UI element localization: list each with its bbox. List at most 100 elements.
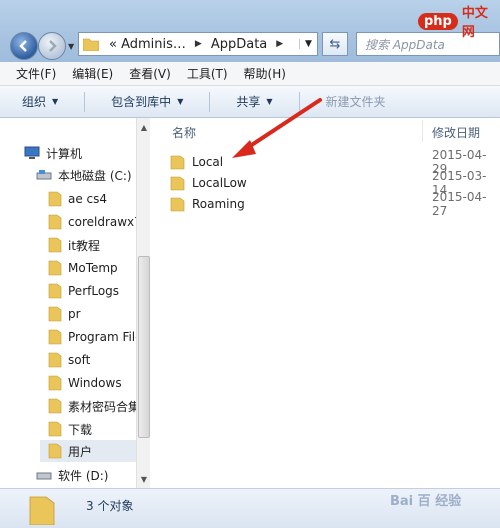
folder-icon [170, 175, 186, 191]
folder-icon [83, 37, 99, 51]
scroll-up-icon[interactable]: ▲ [137, 120, 151, 134]
toolbar-divider [298, 91, 300, 112]
title-bar: ▼ « Adminis… ▶ AppData ▶ ▼ ⇆ 搜索 AppData … [0, 0, 500, 62]
column-headers: 名称 修改日期 [150, 118, 500, 144]
menu-file[interactable]: 文件(F) [16, 65, 56, 82]
folder-icon [48, 237, 62, 253]
file-list: 名称 修改日期 Local 2015-04-29 LocalLow 2015-0… [150, 118, 500, 488]
tree-label-folder: MoTemp [68, 261, 118, 275]
back-button[interactable] [10, 32, 38, 60]
navigation-pane: 计算机 本地磁盘 (C:) ae cs4 coreldrawx7 it教程 Mo… [0, 118, 150, 488]
new-folder-button[interactable]: 新建文件夹 [326, 93, 386, 110]
scrollbar-thumb[interactable] [138, 256, 150, 438]
menu-help[interactable]: 帮助(H) [244, 65, 286, 82]
file-row-roaming[interactable]: Roaming 2015-04-27 [170, 190, 500, 218]
tree-item-folder[interactable]: ae cs4 [48, 188, 107, 210]
folder-icon [48, 329, 62, 345]
tree-item-folder[interactable]: Windows [48, 372, 122, 394]
toolbar-divider [84, 91, 86, 112]
folder-icon [48, 352, 62, 368]
tree-label-folder: 下载 [68, 422, 93, 437]
tree-item-folder[interactable]: soft [48, 349, 90, 371]
file-name: LocalLow [192, 176, 247, 190]
menu-view[interactable]: 查看(V) [129, 65, 171, 82]
status-item-count: 3 个对象 [86, 499, 134, 513]
folder-icon [48, 306, 62, 322]
tree-item-folder[interactable]: pr [48, 303, 81, 325]
folder-icon [48, 443, 62, 459]
scroll-down-icon[interactable]: ▼ [137, 472, 151, 486]
column-header-date[interactable]: 修改日期 [432, 124, 480, 141]
folder-icon [170, 154, 186, 170]
tree-item-drive-c[interactable]: 本地磁盘 (C:) [36, 164, 132, 186]
tree-label-folder: coreldrawx7 [68, 215, 142, 229]
include-label: 包含到库中 [111, 95, 172, 109]
arrow-left-icon [19, 40, 27, 52]
address-bar[interactable]: « Adminis… ▶ AppData ▶ ▼ [78, 32, 318, 56]
file-date: 2015-04-27 [432, 190, 487, 218]
address-dropdown-icon[interactable]: ▼ [299, 39, 317, 49]
tree-item-folder[interactable]: 素材密码合集 [48, 395, 140, 417]
command-toolbar: 组织 ▼ 包含到库中 ▼ 共享 ▼ 新建文件夹 [0, 86, 500, 118]
dropdown-icon: ▼ [52, 97, 59, 106]
forward-button[interactable] [38, 32, 66, 60]
tree-label-folder: soft [68, 353, 91, 367]
breadcrumb-appdata[interactable]: AppData [207, 37, 271, 52]
dropdown-icon: ▼ [266, 97, 273, 106]
folder-icon [170, 196, 186, 212]
tree-item-folder[interactable]: PerfLogs [48, 280, 119, 302]
tree-item-computer[interactable]: 计算机 [24, 142, 82, 164]
tree-item-drive-d[interactable]: 软件 (D:) [36, 464, 108, 486]
tree-label-folder: Windows [68, 376, 122, 390]
sidebar-scrollbar[interactable]: ▲ ▼ [136, 118, 150, 488]
tree-label-computer: 计算机 [46, 146, 83, 161]
arrow-right-icon [49, 40, 57, 52]
tree-label-folder: pr [68, 307, 81, 321]
folder-icon [28, 493, 56, 528]
folder-icon [48, 214, 62, 230]
tree-item-folder[interactable]: MoTemp [48, 257, 118, 279]
recent-pages-icon[interactable]: ▼ [68, 42, 74, 51]
tree-label-folder: PerfLogs [68, 284, 120, 298]
logo-badge: php [418, 12, 458, 30]
tree-item-folder[interactable]: coreldrawx7 [48, 211, 142, 233]
hard-drive-icon [36, 169, 52, 181]
organize-button[interactable]: 组织 ▼ [22, 93, 58, 110]
breadcrumb-administrator[interactable]: « Adminis… [105, 37, 190, 52]
file-name: Roaming [192, 197, 245, 211]
share-label: 共享 [236, 95, 261, 109]
folder-icon [48, 375, 62, 391]
toolbar-divider [209, 91, 211, 112]
tree-item-folder[interactable]: 下载 [48, 418, 92, 440]
menu-bar: 文件(F) 编辑(E) 查看(V) 工具(T) 帮助(H) [0, 62, 500, 86]
tree-label-folder: 素材密码合集 [68, 399, 141, 414]
breadcrumb-separator-icon[interactable]: ▶ [190, 39, 207, 49]
new-folder-label: 新建文件夹 [325, 95, 386, 109]
logo-text: 中文网 [461, 6, 488, 40]
baidu-watermark: Bai 百 经验 [390, 494, 462, 509]
refresh-button[interactable]: ⇆ [322, 32, 348, 56]
file-name: Local [192, 155, 224, 169]
tree-item-folder[interactable]: it教程 [48, 234, 100, 256]
organize-label: 组织 [22, 95, 47, 109]
column-header-name[interactable]: 名称 [172, 124, 196, 141]
refresh-icon: ⇆ [329, 36, 341, 52]
share-button[interactable]: 共享 ▼ [236, 93, 272, 110]
folder-icon [48, 421, 62, 437]
dropdown-icon: ▼ [177, 97, 184, 106]
menu-edit[interactable]: 编辑(E) [72, 65, 113, 82]
tree-item-folder[interactable]: Program Files [48, 326, 149, 348]
column-divider[interactable] [422, 120, 423, 142]
hard-drive-icon [36, 469, 52, 481]
tree-item-folder-selected[interactable]: 用户 [40, 440, 136, 462]
folder-icon [48, 398, 62, 414]
breadcrumb-separator-icon[interactable]: ▶ [271, 39, 288, 49]
tree-label-folder: 用户 [68, 444, 93, 459]
folder-icon [48, 260, 62, 276]
menu-tools[interactable]: 工具(T) [187, 65, 228, 82]
computer-icon [24, 146, 40, 160]
tree-label-folder: ae cs4 [68, 192, 108, 206]
include-in-library-button[interactable]: 包含到库中 ▼ [111, 93, 183, 110]
folder-icon [48, 191, 62, 207]
tree-label-drive-d: 软件 (D:) [58, 468, 109, 483]
